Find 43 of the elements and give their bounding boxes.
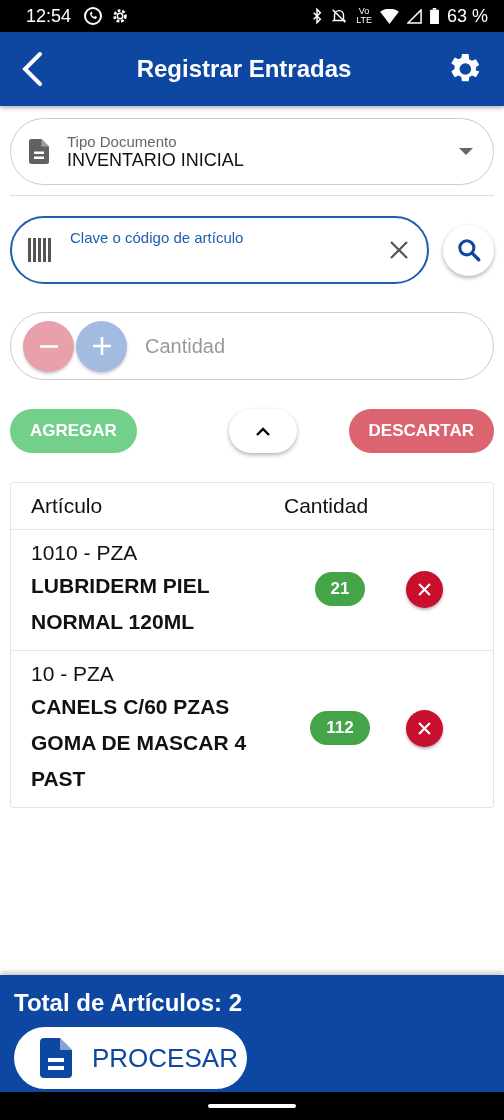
signal-icon (406, 8, 422, 24)
field-label: Tipo Documento (67, 132, 178, 150)
article-name: CANELS C/60 PZAS GOMA DE MASCAR 4 PAST (31, 694, 248, 792)
article-code-field[interactable]: Clave o código de artículo (10, 216, 429, 284)
quantity-input[interactable]: Cantidad (143, 333, 481, 359)
minus-icon (38, 344, 59, 348)
back-button[interactable] (20, 51, 44, 87)
total-articles: Total de Artículos: 2 (14, 989, 244, 1017)
search-button[interactable] (443, 224, 494, 276)
column-header: Cantidad (284, 494, 369, 518)
clock: 12:54 (26, 5, 72, 27)
network-label-top: Vo (358, 7, 370, 16)
chevron-up-icon (255, 426, 270, 436)
bluetooth-icon (312, 7, 323, 25)
article-code: 1010 - PZA (31, 540, 139, 566)
column-header: Artículo (30, 494, 104, 518)
close-icon (418, 721, 431, 735)
gear-icon (111, 7, 130, 25)
article-name: LUBRIDERM PIEL NORMAL 120ML (31, 573, 211, 635)
quantity-badge: 112 (310, 711, 370, 745)
delete-button[interactable] (406, 709, 443, 747)
battery-level: 63 % (446, 5, 488, 27)
muted-bell-icon (330, 7, 349, 25)
clear-icon[interactable] (389, 240, 409, 260)
home-handle[interactable] (208, 1104, 296, 1108)
screen-title: Registrar Entradas (136, 55, 352, 83)
article-code: 10 - PZA (31, 661, 115, 687)
close-icon (418, 582, 431, 596)
search-icon (455, 237, 482, 263)
article-code-input[interactable]: Clave o código de artículo (68, 228, 375, 247)
wifi-icon (379, 8, 399, 24)
plus-icon (91, 336, 112, 356)
document-icon (40, 1038, 72, 1078)
field-value: INVENTARIO INICIAL (67, 149, 245, 171)
process-button[interactable]: PROCESAR (14, 1027, 247, 1089)
dropdown-caret-icon (459, 147, 473, 156)
quantity-badge: 21 (314, 572, 366, 606)
document-icon (29, 139, 49, 164)
chat-icon (83, 6, 104, 26)
battery-icon (429, 8, 439, 24)
barcode-icon (28, 238, 54, 262)
delete-button[interactable] (406, 570, 443, 608)
network-label-bottom: LTE (356, 16, 372, 25)
